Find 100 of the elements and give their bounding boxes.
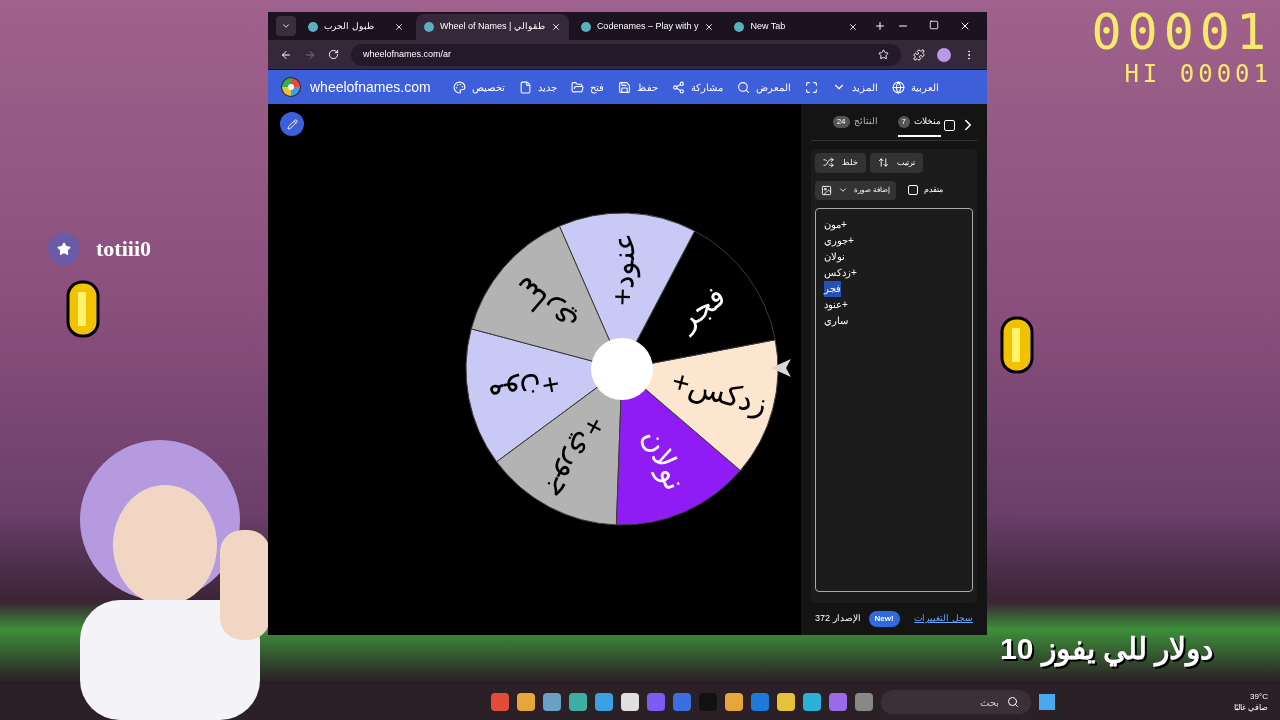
edit-button[interactable] — [280, 112, 304, 136]
share-icon — [671, 80, 685, 94]
taskbar-app-icon[interactable] — [594, 693, 613, 711]
fullscreen-button[interactable] — [804, 80, 818, 94]
shuffle-icon — [823, 157, 834, 168]
caret-icon — [838, 185, 848, 195]
score-text: 00001 — [1091, 4, 1272, 60]
star-icon — [57, 241, 71, 256]
entries-text-area[interactable]: +مون +جوري نولان +زدكس فجر +عنود ساري — [815, 207, 973, 592]
new-tab-icon[interactable] — [874, 20, 887, 32]
nav-button[interactable]: مشاركة — [671, 79, 723, 95]
caret-icon — [281, 21, 291, 31]
back-icon[interactable] — [280, 48, 292, 61]
nav-button[interactable]: العربية — [891, 79, 939, 95]
search-icon — [736, 80, 750, 94]
high-score-text: HI 00001 — [1124, 60, 1272, 88]
browser-tab[interactable]: طبول الحرب — [300, 14, 412, 40]
changelog-link[interactable]: سجل التغييرات — [914, 612, 973, 626]
start-icon[interactable] — [1038, 694, 1055, 710]
checkbox[interactable] — [907, 185, 918, 195]
taskbar-app-icon[interactable] — [542, 693, 561, 711]
taskbar-search-field[interactable]: بحث — [880, 690, 1031, 714]
taskbar-app-icon[interactable] — [568, 693, 587, 711]
entry-line: +عنود — [824, 297, 848, 313]
nav-button[interactable]: المعرض — [736, 79, 791, 95]
fullscreen-icon — [804, 80, 818, 94]
weather-text: صافي غالبًا — [1233, 702, 1268, 713]
tab-title: Wheel of Names | طقوالي — [440, 20, 545, 34]
count-badge: 7 — [897, 115, 910, 128]
temperature-text: 39°C — [1250, 691, 1268, 702]
sort-icon — [878, 157, 889, 168]
file-icon — [518, 80, 532, 94]
entry-line: ساري — [824, 313, 848, 329]
close-icon[interactable] — [394, 22, 404, 32]
checkbox[interactable] — [944, 119, 955, 131]
entry-line: +جوري — [824, 233, 854, 249]
close-icon[interactable] — [959, 20, 971, 32]
prize-text: دولار للي يفوز 10 — [1000, 631, 1214, 669]
favicon-icon — [734, 22, 745, 32]
wheel-label: ساري — [506, 270, 583, 342]
pointer-icon — [770, 358, 792, 378]
wheel-logo-icon — [280, 76, 302, 98]
wheel-label: نولان — [636, 424, 693, 496]
wheel-label: +زدكس — [668, 363, 771, 421]
browser-tab[interactable]: New Tab — [726, 14, 867, 40]
checkbox-label: متقدم — [923, 184, 943, 196]
maximize-icon[interactable] — [929, 20, 939, 30]
favicon-icon — [580, 22, 591, 32]
close-icon[interactable] — [704, 22, 715, 32]
wheel-hub — [591, 338, 653, 400]
address-text: wheelofnames.com/ar — [363, 47, 452, 61]
taskbar-app-icon[interactable] — [516, 693, 535, 711]
tab-list-button[interactable] — [276, 16, 296, 36]
taskbar-app-icon[interactable] — [724, 693, 743, 711]
reload-icon[interactable] — [328, 49, 339, 60]
nav-button[interactable]: حفظ — [617, 79, 658, 95]
browser-tab[interactable]: Codenames – Play with y — [572, 14, 723, 40]
tab-title: Codenames – Play with y — [596, 20, 699, 34]
browser-tab[interactable]: Wheel of Names | طقوالي — [416, 14, 569, 40]
wheel-label: +جوري — [542, 411, 614, 506]
coin-icon — [1000, 316, 1034, 374]
image-icon — [821, 184, 832, 196]
wheel-drawing[interactable]: +مون +جوري نولان +زدكس فجر +عنود ساري — [464, 211, 780, 527]
taskbar-app-icon[interactable] — [620, 693, 639, 711]
close-icon[interactable] — [550, 22, 561, 32]
version-text: الإصدار 372 — [815, 612, 861, 626]
wheel-label: فجر — [670, 279, 731, 336]
new-badge: New! — [868, 611, 900, 627]
entry-line: نولان — [824, 249, 845, 265]
search-placeholder: بحث — [979, 695, 999, 710]
address-bar[interactable]: wheelofnames.com/ar — [351, 43, 901, 66]
sort-button[interactable]: ترتيب — [870, 152, 923, 173]
extensions-icon[interactable] — [913, 48, 925, 61]
entry-line: +مون — [824, 217, 847, 233]
nav-button[interactable]: جديد — [518, 79, 557, 95]
nav-button[interactable]: فتح — [570, 79, 604, 95]
close-icon[interactable] — [848, 22, 859, 32]
search-icon — [1006, 696, 1019, 708]
folder-icon — [570, 80, 584, 94]
taskbar-app-icon[interactable] — [776, 693, 795, 711]
save-icon — [617, 80, 631, 94]
wheel-label: +عنود — [605, 231, 641, 307]
pencil-icon — [286, 118, 298, 130]
favicon-icon — [308, 22, 318, 32]
entry-line: +زدكس — [824, 265, 857, 281]
streamer-name: totiii0 — [96, 235, 151, 263]
palette-icon — [452, 80, 466, 94]
nav-button[interactable]: تخصيص — [452, 79, 505, 95]
more-menu-button[interactable]: المزيد — [831, 79, 878, 95]
tab-title: طبول الحرب — [324, 20, 375, 34]
wheel-label: +مون — [486, 367, 563, 414]
globe-icon — [891, 80, 905, 94]
logo-text[interactable]: wheelofnames.com — [310, 76, 431, 98]
profile-avatar[interactable] — [937, 47, 951, 62]
shuffle-button[interactable]: خلط — [815, 152, 866, 173]
tab-title: New Tab — [750, 20, 787, 34]
count-badge: 24 — [832, 115, 850, 128]
coin-icon — [66, 280, 100, 338]
taskbar-app-icon[interactable] — [802, 693, 821, 711]
bookmark-icon[interactable] — [878, 49, 889, 60]
